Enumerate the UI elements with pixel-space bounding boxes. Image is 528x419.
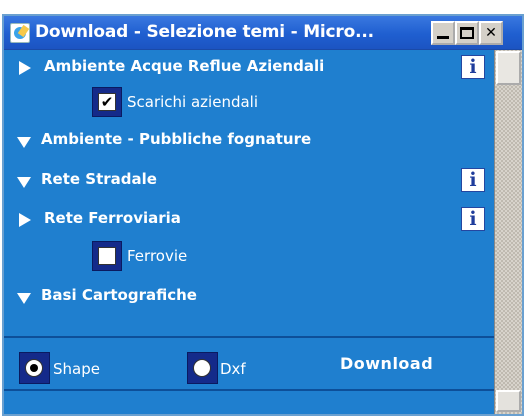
- radio-frame-shape: [19, 352, 50, 384]
- theme-label[interactable]: Rete Ferroviaria: [44, 209, 181, 227]
- theme-label[interactable]: Rete Stradale: [41, 170, 157, 188]
- radio-frame-dxf: [187, 352, 218, 384]
- divider: [4, 389, 494, 391]
- divider: [4, 336, 494, 338]
- theme-label[interactable]: Basi Cartografiche: [41, 286, 197, 304]
- info-icon[interactable]: i: [461, 55, 485, 79]
- collapse-down-icon[interactable]: [17, 137, 31, 148]
- window-title: Download - Selezione temi - Micro...: [35, 22, 374, 42]
- scroll-down-button[interactable]: [496, 390, 521, 412]
- collapse-down-icon[interactable]: [17, 177, 31, 188]
- theme-label[interactable]: Ambiente - Pubbliche fognature: [41, 130, 311, 148]
- info-icon[interactable]: i: [461, 207, 485, 231]
- theme-row-rete-stradale[interactable]: Rete Stradale i: [4, 167, 494, 195]
- radio-label-dxf[interactable]: Dxf: [220, 360, 246, 378]
- download-window: Download - Selezione temi - Micro... ✕ A…: [2, 14, 524, 416]
- layer-label: Ferrovie: [127, 247, 188, 265]
- maximize-icon: [460, 27, 474, 39]
- title-bar[interactable]: Download - Selezione temi - Micro... ✕: [4, 16, 522, 50]
- vertical-scrollbar[interactable]: [494, 50, 522, 414]
- maximize-button[interactable]: [455, 21, 479, 45]
- theme-row-ambiente-acque[interactable]: Ambiente Acque Reflue Aziendali i: [4, 54, 494, 82]
- expand-right-icon[interactable]: [19, 61, 31, 75]
- format-bar: Shape Dxf Download: [4, 336, 494, 414]
- theme-label[interactable]: Ambiente Acque Reflue Aziendali: [44, 57, 324, 75]
- theme-row-rete-ferroviaria[interactable]: Rete Ferroviaria i: [4, 206, 494, 234]
- close-icon: ✕: [485, 25, 497, 41]
- layer-checkbox-scarichi[interactable]: ✔: [98, 93, 116, 111]
- theme-row-basi-cartografiche[interactable]: Basi Cartografiche: [4, 283, 494, 311]
- theme-list: Ambiente Acque Reflue Aziendali i ✔ Scar…: [4, 50, 494, 414]
- expand-right-icon[interactable]: [19, 213, 31, 227]
- checkbox-frame: [92, 241, 122, 271]
- download-button[interactable]: Download: [340, 354, 433, 373]
- collapse-down-icon[interactable]: [17, 293, 31, 304]
- radio-dxf[interactable]: [193, 359, 211, 377]
- radio-label-shape[interactable]: Shape: [53, 360, 100, 378]
- layer-checkbox-ferrovie[interactable]: [98, 247, 116, 265]
- layer-row-scarichi: ✔ Scarichi aziendali: [4, 87, 494, 119]
- info-icon[interactable]: i: [461, 168, 485, 192]
- layer-label: Scarichi aziendali: [127, 93, 259, 111]
- layer-row-ferrovie: Ferrovie: [4, 241, 494, 273]
- minimize-icon: [437, 36, 449, 39]
- close-button[interactable]: ✕: [479, 21, 503, 45]
- app-icon: [10, 23, 30, 43]
- minimize-button[interactable]: [431, 21, 455, 45]
- theme-row-pubbliche-fognature[interactable]: Ambiente - Pubbliche fognature: [4, 127, 494, 155]
- radio-shape[interactable]: [25, 359, 43, 377]
- checkbox-frame: ✔: [92, 87, 122, 117]
- scroll-thumb[interactable]: [496, 51, 521, 85]
